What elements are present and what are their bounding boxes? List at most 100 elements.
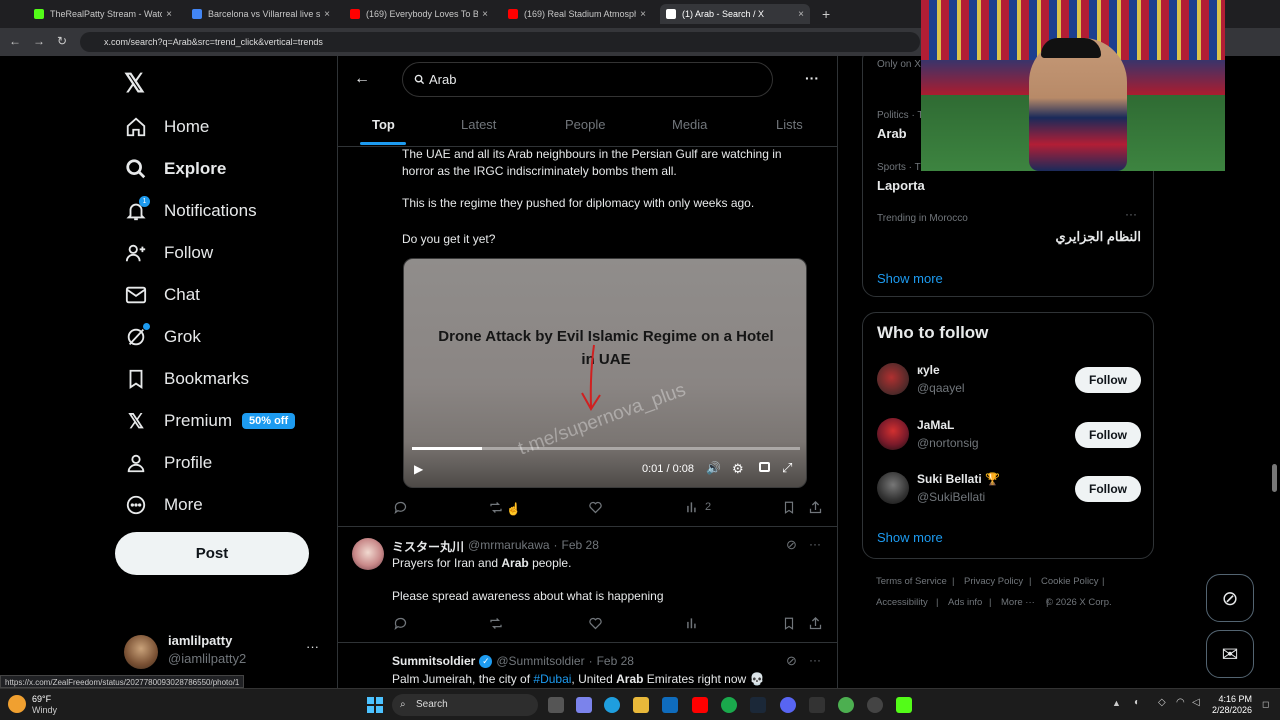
messages-fab-icon[interactable]: ✉	[1206, 630, 1254, 678]
grok-icon[interactable]: ⊘	[786, 653, 797, 669]
wifi-icon[interactable]: ◠	[1176, 697, 1185, 708]
nav-notifications[interactable]: 1 Notifications	[124, 196, 257, 223]
browser-tab[interactable]: (169) Everybody Loves To B ×	[344, 4, 494, 24]
discord-icon[interactable]	[780, 697, 796, 713]
browser-tab[interactable]: (169) Real Stadium Atmosphere ×	[502, 4, 652, 24]
footer-link[interactable]: More ···	[1001, 597, 1035, 608]
search-input[interactable]: Arab	[402, 62, 773, 97]
post-button[interactable]: Post	[115, 532, 309, 575]
tray-chevron-icon[interactable]: ▲	[1112, 698, 1121, 708]
nav-follow[interactable]: Follow	[124, 241, 213, 265]
app-icon[interactable]	[867, 697, 883, 713]
share-icon[interactable]	[808, 616, 823, 634]
kick-icon[interactable]	[896, 697, 912, 713]
avatar[interactable]	[352, 538, 384, 570]
avatar[interactable]	[877, 418, 909, 450]
outlook-icon[interactable]	[662, 697, 678, 713]
browser-tab-active[interactable]: (1) Arab - Search / X ×	[660, 4, 810, 24]
views-stat[interactable]: 2	[685, 500, 711, 514]
close-tab-icon[interactable]: ×	[798, 9, 804, 20]
footer-link[interactable]: Cookie Policy	[1041, 576, 1099, 587]
footer-link[interactable]: Privacy Policy	[964, 576, 1023, 587]
nav-premium[interactable]: 𝕏 Premium 50% off	[124, 409, 296, 433]
nav-home[interactable]: Home	[124, 115, 209, 139]
footer-link[interactable]: Accessibility	[876, 597, 928, 608]
tab-people[interactable]: People	[565, 117, 605, 132]
hashtag-link[interactable]: #Dubai	[533, 672, 571, 686]
chrome-icon[interactable]	[838, 697, 854, 713]
teams-icon[interactable]	[576, 697, 592, 713]
volume-icon[interactable]: 🔊	[706, 461, 721, 475]
footer-link[interactable]: Terms of Service	[876, 576, 947, 587]
follow-button[interactable]: Follow	[1075, 422, 1141, 448]
clock-time[interactable]: 4:16 PM	[1214, 694, 1252, 704]
avatar[interactable]	[877, 363, 909, 395]
views-chart-icon[interactable]	[685, 616, 699, 633]
network-icon[interactable]: ◇	[1158, 697, 1166, 708]
file-explorer-icon[interactable]	[633, 697, 649, 713]
trend-name[interactable]: Laporta	[877, 178, 925, 193]
tab-top[interactable]: Top	[372, 117, 395, 132]
close-tab-icon[interactable]: ×	[640, 9, 646, 20]
fullscreen-icon[interactable]: ⤢	[782, 460, 792, 476]
reply-icon[interactable]	[393, 500, 408, 518]
reload-icon[interactable]: ↻	[57, 34, 67, 48]
clock-date[interactable]: 2/28/2026	[1208, 705, 1252, 715]
nav-explore[interactable]: Explore	[124, 157, 226, 181]
tab-media[interactable]: Media	[672, 117, 707, 132]
more-options-icon[interactable]: ···	[809, 537, 821, 551]
tweet-date[interactable]: Feb 28	[562, 538, 599, 555]
nav-bookmarks[interactable]: Bookmarks	[124, 367, 249, 391]
tab-latest[interactable]: Latest	[461, 117, 496, 132]
grok-fab-icon[interactable]: ⊘	[1206, 574, 1254, 622]
nav-profile[interactable]: Profile	[124, 451, 212, 475]
video-progress-bar[interactable]	[412, 447, 800, 450]
show-more-link[interactable]: Show more	[877, 530, 943, 545]
more-options-icon[interactable]: ···	[805, 70, 819, 86]
like-heart-icon[interactable]	[588, 616, 603, 634]
reply-icon[interactable]	[393, 616, 408, 634]
tab-lists[interactable]: Lists	[776, 117, 803, 132]
follow-button[interactable]: Follow	[1075, 367, 1141, 393]
notification-bell-icon[interactable]: ◻	[1262, 699, 1269, 710]
app-icon[interactable]	[809, 697, 825, 713]
picture-in-picture-icon[interactable]	[759, 462, 770, 472]
weather-temp[interactable]: 69°F	[32, 694, 51, 704]
user-name[interactable]: JaMaL	[917, 418, 954, 432]
like-heart-icon[interactable]	[588, 500, 603, 518]
page-scrollbar-thumb[interactable]	[1272, 464, 1277, 492]
bookmark-icon[interactable]	[782, 616, 796, 634]
repost-icon[interactable]	[488, 616, 504, 634]
back-arrow-icon[interactable]: ←	[354, 70, 370, 88]
user-handle[interactable]: @SukiBellati	[917, 490, 985, 504]
close-tab-icon[interactable]: ×	[324, 9, 330, 20]
author-name[interactable]: Summitsoldier	[392, 654, 475, 668]
url-input[interactable]: x.com/search?q=Arab&src=trend_click&vert…	[80, 32, 920, 52]
user-name[interactable]: кyle	[917, 363, 940, 377]
show-more-link[interactable]: Show more	[877, 271, 943, 286]
settings-gear-icon[interactable]: ⚙	[732, 461, 744, 477]
repost-icon[interactable]	[488, 500, 504, 518]
grok-icon[interactable]: ⊘	[786, 537, 797, 553]
youtube-icon[interactable]	[692, 697, 708, 713]
nav-chat[interactable]: Chat	[124, 283, 200, 307]
x-logo-icon[interactable]: 𝕏	[124, 68, 145, 99]
avatar[interactable]	[877, 472, 909, 504]
user-name[interactable]: Suki Bellati 🏆	[917, 472, 1000, 486]
footer-link[interactable]: Ads info	[948, 597, 982, 608]
browser-tab[interactable]: TheRealPatty Stream - Watch Li×	[28, 4, 178, 24]
share-icon[interactable]	[808, 500, 823, 518]
nav-more[interactable]: More	[124, 493, 203, 517]
taskbar-search[interactable]: ⌕ Search	[392, 694, 538, 716]
back-arrow-icon[interactable]: ←	[9, 34, 21, 48]
tweet-date[interactable]: Feb 28	[597, 654, 634, 668]
user-handle[interactable]: @nortonsig	[917, 436, 979, 450]
more-options-icon[interactable]: ···	[809, 653, 821, 667]
new-tab-button[interactable]: +	[822, 6, 830, 22]
user-handle[interactable]: @qaayel	[917, 381, 965, 395]
close-tab-icon[interactable]: ×	[166, 9, 172, 20]
nav-grok[interactable]: Grok	[124, 323, 201, 349]
author-handle[interactable]: @mrmarukawa	[468, 538, 550, 555]
close-tab-icon[interactable]: ×	[482, 9, 488, 20]
tweet-video[interactable]: Drone Attack by Evil Islamic Regime on a…	[403, 258, 807, 488]
